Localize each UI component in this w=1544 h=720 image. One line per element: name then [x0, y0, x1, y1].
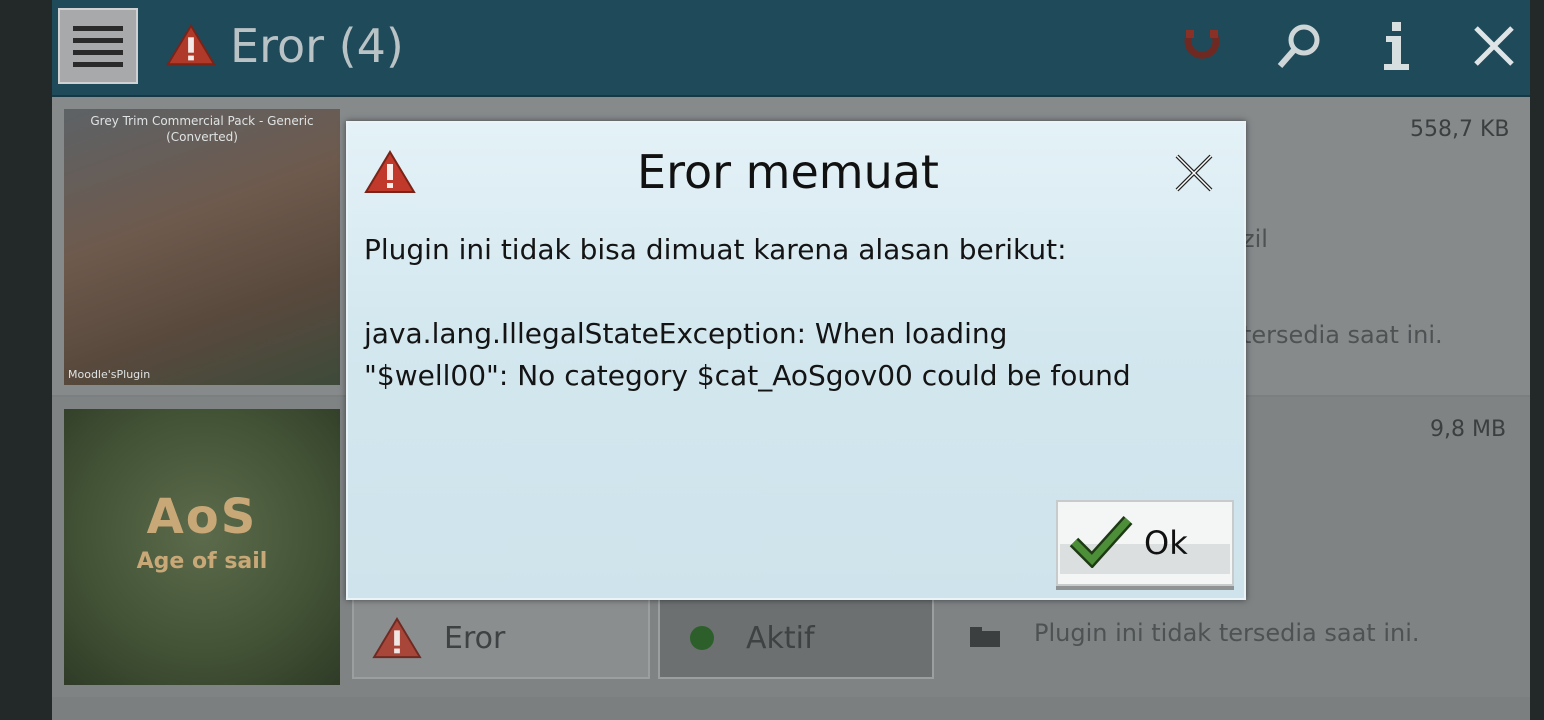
dialog-intro: Plugin ini tidak bisa dimuat karena alas… [364, 233, 1067, 266]
plugin-thumbnail: AoS Age of sail [64, 409, 340, 685]
warning-icon [166, 23, 216, 66]
thumbnail-title: Grey Trim Commercial Pack - Generic (Con… [90, 114, 314, 144]
checkmark-icon [1069, 515, 1133, 568]
error-status-button[interactable]: Eror [352, 597, 650, 679]
search-icon[interactable] [1274, 20, 1326, 72]
dialog-error-line: "$well00": No category $cat_AoSgov00 cou… [364, 359, 1131, 392]
background-map-left [0, 0, 52, 720]
close-icon[interactable] [1174, 153, 1214, 193]
top-bar: Eror (4) [52, 0, 1530, 97]
background-map-right [1530, 0, 1544, 720]
error-status-label: Eror [444, 620, 506, 656]
error-dialog: Eror memuat Plugin ini tidak bisa dimuat… [346, 121, 1246, 600]
thumbnail-footer: Moodle'sPlugin [68, 368, 151, 381]
status-text: tersedia saat ini. [1242, 321, 1443, 349]
dialog-title: Eror memuat [637, 145, 939, 199]
close-icon[interactable] [1468, 20, 1520, 72]
dialog-message: Plugin ini tidak bisa dimuat karena alas… [364, 229, 1234, 397]
file-size: 9,8 MB [1430, 417, 1507, 442]
menu-button[interactable] [58, 8, 138, 84]
page-title: Eror (4) [230, 19, 404, 73]
active-status-button[interactable]: Aktif [658, 597, 934, 679]
warning-icon [372, 617, 422, 659]
folder-icon [970, 627, 1000, 647]
ok-label: Ok [1144, 524, 1188, 562]
menu-icon [73, 25, 123, 31]
info-icon[interactable] [1370, 20, 1422, 72]
thumbnail-subtitle: Age of sail [136, 549, 268, 574]
status-text: Plugin ini tidak tersedia saat ini. [1034, 619, 1420, 647]
thumbnail-logo: AoS [146, 489, 258, 545]
active-dot-icon [690, 626, 714, 650]
file-size: 558,7 KB [1410, 117, 1510, 142]
active-status-label: Aktif [746, 620, 815, 656]
dialog-error-line: java.lang.IllegalStateException: When lo… [364, 317, 1008, 350]
ok-button[interactable]: Ok [1056, 500, 1234, 586]
magnet-icon[interactable] [1176, 20, 1228, 72]
plugin-thumbnail: Grey Trim Commercial Pack - Generic (Con… [64, 109, 340, 385]
